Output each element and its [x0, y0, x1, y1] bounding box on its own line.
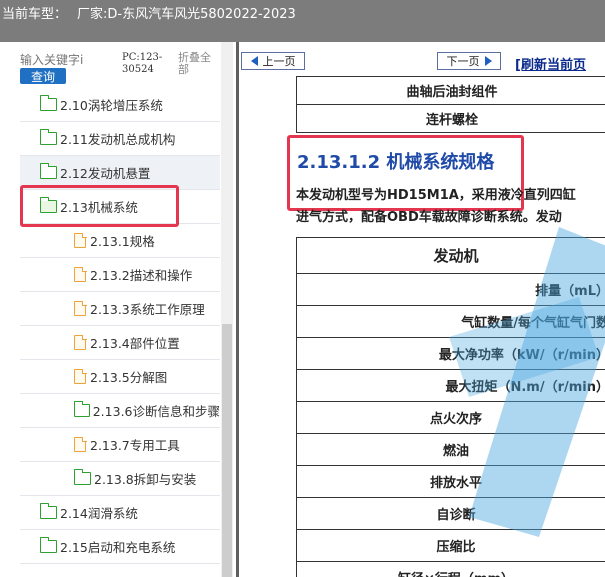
spec-label: 缸径×行程（mm） — [296, 561, 605, 577]
tree-item-label: 2.12发动机悬置 — [60, 166, 151, 181]
section-title: 2.13.1.2 机械系统规格 — [297, 152, 495, 173]
tree-item-2-11[interactable]: 2.11发动机总成机构 — [20, 122, 220, 156]
search-button[interactable]: 查询 — [20, 68, 66, 84]
folder-icon — [39, 95, 57, 111]
tree-item-2-13-1[interactable]: 2.13.1规格 — [20, 224, 220, 258]
tree-item-label: 2.13.1规格 — [90, 234, 155, 249]
tree-item-label: 2.13.8拆卸与安装 — [94, 472, 197, 487]
tree-item-2-13-4[interactable]: 2.13.4部件位置 — [20, 326, 220, 360]
tree-item-2-10[interactable]: 2.10涡轮增压系统 — [20, 88, 220, 122]
folder-icon — [39, 537, 57, 553]
spec-label: 压缩比 — [296, 529, 605, 562]
table-cell: 曲轴后油封组件 — [296, 76, 605, 105]
document-icon — [74, 368, 87, 384]
nav-tree: 2.10涡轮增压系统 2.11发动机总成机构 2.12发动机悬置 2.13机械系… — [20, 88, 220, 564]
table-row: 自诊断 — [296, 497, 605, 530]
page-nav: 上一页 下一页 [刷新当前页 — [239, 52, 605, 73]
tree-item-2-12[interactable]: 2.12发动机悬置 — [20, 156, 220, 190]
current-model-label: 当前车型： — [2, 7, 68, 22]
tree-item-label: 2.14润滑系统 — [60, 506, 138, 521]
left-panel: 查询 PC:123-30524 折叠全部 2.10涡轮增压系统 2.11发动机总… — [0, 42, 236, 577]
table-row: 排放水平 — [296, 465, 605, 498]
collapse-all-button[interactable]: 折叠全部 — [178, 52, 218, 76]
table-row: 曲轴后油封组件 — [296, 76, 605, 105]
table-row: 缸径×行程（mm） — [296, 561, 605, 577]
tree-item-2-13[interactable]: 2.13机械系统 — [20, 190, 220, 224]
tree-scrollbar[interactable] — [221, 42, 233, 577]
spec-label: 最大扭矩（N.m/（r/min） — [296, 369, 605, 402]
table-row: 燃油 — [296, 433, 605, 466]
tree-item-label: 2.10涡轮增压系统 — [60, 98, 163, 113]
intro-paragraph: 本发动机型号为HD15M1A，采用液冷直列四缸 进气方式，配备OBD车载故障诊断… — [296, 185, 605, 229]
tree-item-2-14[interactable]: 2.14润滑系统 — [20, 496, 220, 530]
tree-item-2-13-6[interactable]: 2.13.6诊断信息和步骤 — [20, 394, 220, 428]
title-bar: 当前车型： 厂家:D-东风汽车风光5802022-2023 — [0, 0, 605, 42]
tree-item-label: 2.15启动和充电系统 — [60, 540, 176, 555]
arrow-right-icon — [484, 56, 492, 66]
spec-label: 最大净功率（kW/（r/min） — [296, 337, 605, 370]
table-row: 最大扭矩（N.m/（r/min） — [296, 369, 605, 402]
refresh-link[interactable]: [刷新当前页 — [515, 54, 586, 73]
document-icon — [74, 436, 87, 452]
tree-item-2-13-3[interactable]: 2.13.3系统工作原理 — [20, 292, 220, 326]
tree-item-2-13-7[interactable]: 2.13.7专用工具 — [20, 428, 220, 462]
tree-item-label: 2.13.3系统工作原理 — [90, 302, 205, 317]
tree-item-2-15[interactable]: 2.15启动和充电系统 — [20, 530, 220, 564]
tree-item-label: 2.11发动机总成机构 — [60, 132, 176, 147]
folder-icon — [73, 469, 91, 485]
search-row: 查询 PC:123-30524 折叠全部 — [0, 42, 236, 88]
next-page-label: 下一页 — [446, 55, 480, 68]
table-row: 排量（mL） — [296, 273, 605, 306]
tree-item-2-13-5[interactable]: 2.13.5分解图 — [20, 360, 220, 394]
tree-item-label: 2.13.2描述和操作 — [90, 268, 193, 283]
pc-code: PC:123-30524 — [122, 52, 163, 75]
tree-item-label: 2.13.4部件位置 — [90, 336, 180, 351]
table-row: 最大净功率（kW/（r/min） — [296, 337, 605, 370]
folder-icon — [39, 503, 57, 519]
spec-label: 自诊断 — [296, 497, 605, 530]
tree-item-label: 2.13机械系统 — [60, 200, 138, 215]
scrollbar-thumb[interactable] — [222, 324, 232, 577]
tree-item-2-13-2[interactable]: 2.13.2描述和操作 — [20, 258, 220, 292]
folder-icon — [73, 401, 90, 417]
table-row: 点火次序 — [296, 401, 605, 434]
spec-label: 排量（mL） — [296, 273, 605, 306]
document-icon — [74, 334, 87, 350]
spec-label: 排放水平 — [296, 465, 605, 498]
folder-icon — [39, 129, 57, 145]
document-icon — [74, 232, 87, 248]
spec-label: 气缸数量/每个气缸气门数 — [296, 305, 605, 338]
prev-page-label: 上一页 — [262, 55, 296, 68]
para-line: 进气方式，配备OBD车载故障诊断系统。发动 — [296, 210, 562, 225]
spec-table: 发动机 排量（mL） 气缸数量/每个气缸气门数 最大净功率（kW/（r/min）… — [296, 237, 605, 577]
folder-icon — [39, 163, 57, 179]
vehicle-name: 厂家:D-东风汽车风光5802022-2023 — [77, 7, 296, 22]
spec-label: 点火次序 — [296, 401, 605, 434]
tree-item-2-13-8[interactable]: 2.13.8拆卸与安装 — [20, 462, 220, 496]
table-row: 气缸数量/每个气缸气门数 — [296, 305, 605, 338]
spec-label: 燃油 — [296, 433, 605, 466]
search-input[interactable] — [20, 52, 114, 68]
tree-item-label: 2.13.5分解图 — [90, 370, 168, 385]
tree-item-label: 2.13.6诊断信息和步骤 — [92, 404, 220, 419]
document-panel: 上一页 下一页 [刷新当前页 曲轴后油封组件 连杆螺栓 2.13.1.2 机械系… — [239, 42, 605, 577]
tree-item-label: 2.13.7专用工具 — [90, 438, 180, 453]
table-cell: 连杆螺栓 — [296, 104, 605, 133]
table-row: 连杆螺栓 — [296, 104, 605, 133]
document-icon — [74, 266, 87, 282]
para-line: 本发动机型号为HD15M1A，采用液冷直列四缸 — [296, 188, 576, 203]
document-icon — [74, 300, 87, 316]
prev-page-button[interactable]: 上一页 — [241, 52, 305, 70]
folder-open-icon — [39, 197, 57, 213]
arrow-left-icon — [250, 56, 258, 66]
table-header-row: 发动机 — [296, 237, 605, 274]
table-header: 发动机 — [296, 237, 605, 274]
next-page-button[interactable]: 下一页 — [437, 52, 501, 70]
parts-table: 曲轴后油封组件 连杆螺栓 — [296, 76, 605, 133]
table-row: 压缩比 — [296, 529, 605, 562]
